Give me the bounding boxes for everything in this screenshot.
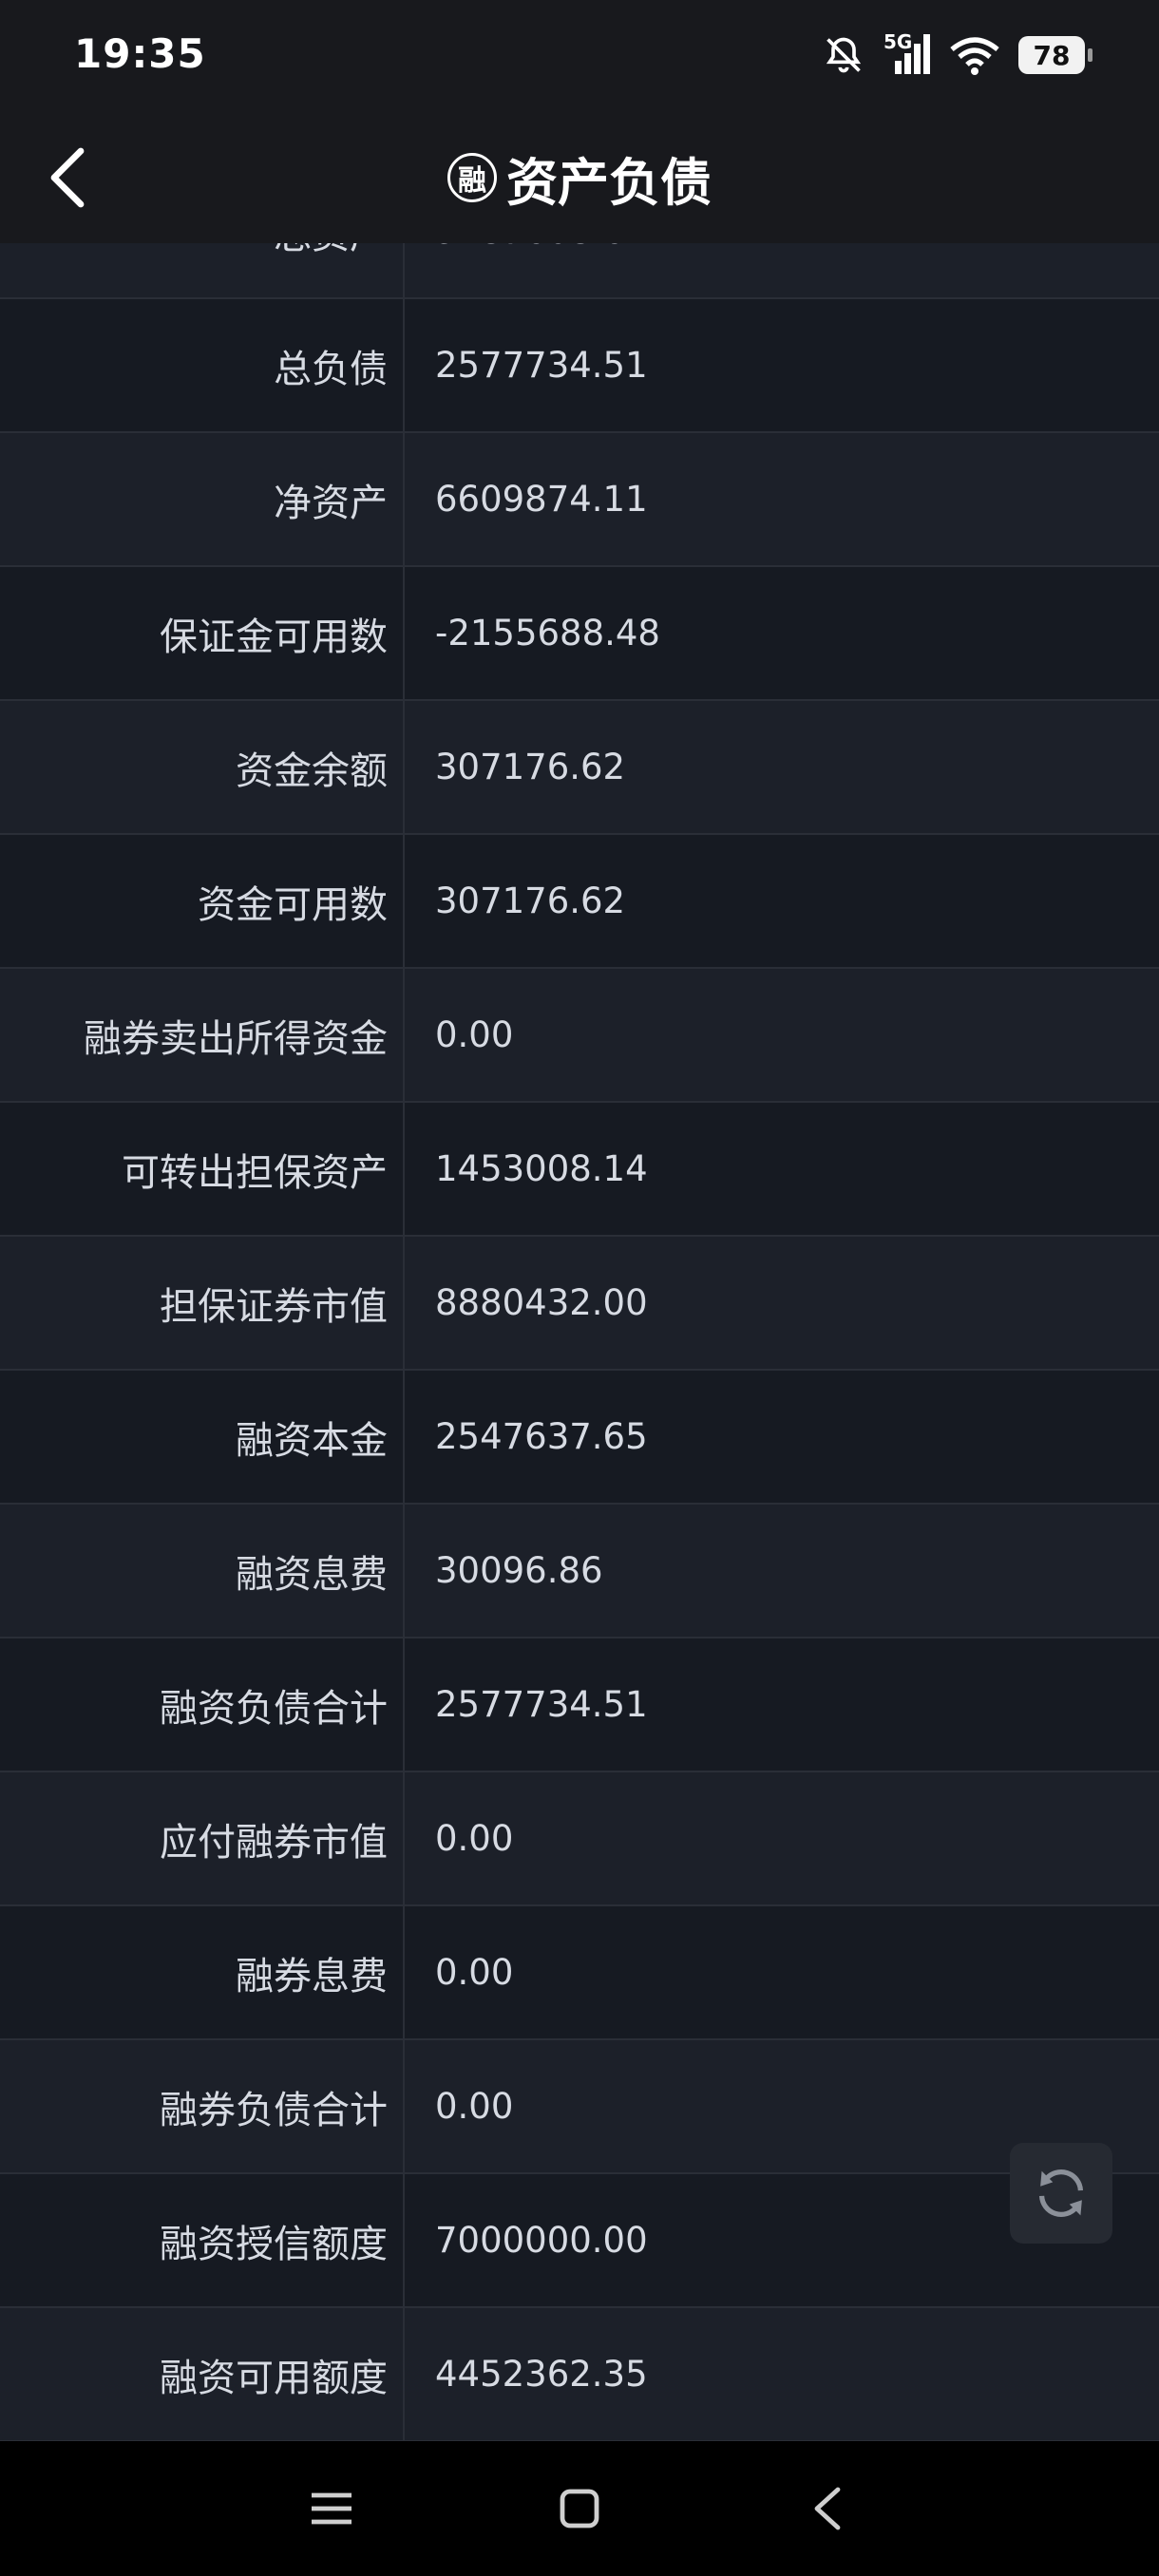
table-row: 融券负债合计 0.00 [0,2040,1159,2174]
row-label: 融资本金 [0,1371,405,1503]
row-value: 307176.62 [435,747,626,787]
home-icon [560,2489,599,2529]
table-row: 资金余额 307176.62 [0,701,1159,835]
row-value: 6609874.11 [435,479,648,520]
asset-liability-table[interactable]: 总资产9187608.62总负债 2577734.51 净资产 6609874.11 保… [0,243,1159,2441]
refresh-icon [1038,2169,1084,2218]
network-label: 5G [884,30,913,53]
row-label: 资金可用数 [0,835,405,967]
row-label: 担保证券市值 [0,1237,405,1369]
row-label: 净资产 [0,433,405,565]
signal-icon: 5G [884,30,931,76]
table-row: 总负债 2577734.51 [0,299,1159,433]
bell-off-icon [823,34,864,76]
table-row: 可转出担保资产 1453008.14 [0,1103,1159,1237]
row-label: 资金余额 [0,701,405,833]
status-icons: 5G 78 [823,30,1092,78]
row-label: 融资负债合计 [0,1638,405,1771]
row-value: -2155688.48 [435,613,660,653]
row-label: 保证金可用数 [0,567,405,699]
row-label: 应付融券市值 [0,1772,405,1904]
table-row: 应付融券市值 0.00 [0,1772,1159,1906]
status-bar: 19:35 5G 78 [0,0,1159,110]
page-title: 资产负债 [506,152,712,213]
table-row: 融资本金 2547637.65 [0,1371,1159,1505]
row-value: 2577734.51 [435,345,648,386]
row-label: 总负债 [0,299,405,431]
row-value: 2577734.51 [435,1684,648,1725]
row-label: 融资息费 [0,1505,405,1637]
title-wrap: 融 资产负债 [0,144,1159,213]
row-value: 307176.62 [435,881,626,921]
home-button[interactable] [546,2475,613,2542]
table-row: 净资产 6609874.11 [0,433,1159,567]
row-label: 融资可用额度 [0,2308,405,2440]
back-icon [814,2487,841,2530]
table-row: 融资可用额度 4452362.35 [0,2308,1159,2441]
margin-badge-icon: 融 [447,153,497,202]
row-value: 0.00 [435,1014,514,1055]
row-label: 可转出担保资产 [0,1103,405,1235]
table-row: 融资负债合计 2577734.51 [0,1638,1159,1772]
row-label: 融券息费 [0,1906,405,2038]
row-value: 8880432.00 [435,1282,648,1323]
wifi-icon [950,34,999,76]
battery-level: 78 [1033,39,1071,71]
row-label: 融券负债合计 [0,2040,405,2172]
battery-icon: 78 [1018,36,1092,74]
table-row: 融资息费 30096.86 [0,1505,1159,1638]
refresh-button[interactable] [1010,2143,1112,2244]
row-label: 总资产 [0,243,405,297]
system-back-button[interactable] [794,2475,861,2542]
table-row: 融券息费 0.00 [0,1906,1159,2040]
row-label: 融券卖出所得资金 [0,969,405,1101]
table-row: 融券卖出所得资金 0.00 [0,969,1159,1103]
table-row: 总资产9187608.62 [0,243,1159,299]
row-value: 2547637.65 [435,1416,648,1457]
row-value: 1453008.14 [435,1148,648,1189]
table-row: 融资授信额度 7000000.00 [0,2174,1159,2308]
status-time: 19:35 [74,30,206,77]
menu-icon [312,2492,352,2525]
row-value: 30096.86 [435,1550,603,1591]
row-label: 融资授信额度 [0,2174,405,2306]
app-header: 融 资产负债 [0,110,1159,243]
menu-button[interactable] [298,2475,365,2542]
table-row: 担保证券市值 8880432.00 [0,1237,1159,1371]
table-row: 资金可用数 307176.62 [0,835,1159,969]
table-row: 保证金可用数 -2155688.48 [0,567,1159,701]
row-value: 0.00 [435,1952,514,1993]
row-value: 0.00 [435,1818,514,1859]
table-body: 总资产9187608.62总负债 2577734.51 净资产 6609874.11 保… [0,243,1159,2441]
row-value: 9187608.62 [405,243,1159,297]
system-nav-bar [0,2441,1159,2576]
row-value: 4452362.35 [435,2354,648,2395]
